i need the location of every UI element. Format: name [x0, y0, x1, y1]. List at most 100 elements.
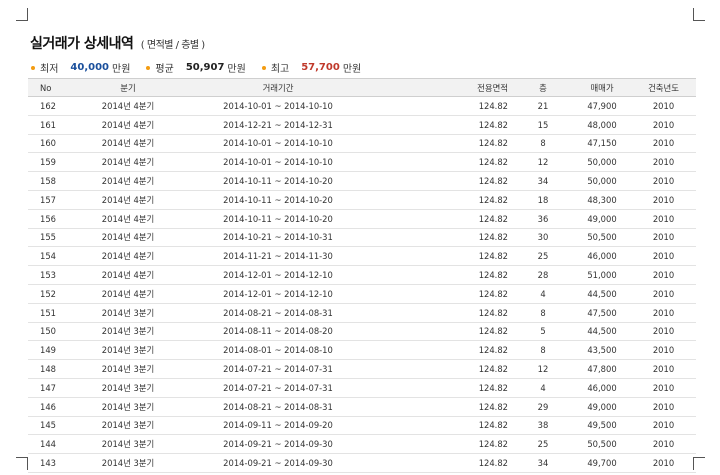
- table-cell: 2010: [652, 100, 675, 111]
- table-cell: 43,500: [587, 345, 617, 356]
- table-cell: 2014-10-11 ~ 2014-10-20: [223, 176, 333, 187]
- summary-avg: 평균 50,907 만원: [146, 60, 246, 75]
- table-cell: 2010: [652, 251, 675, 262]
- table-cell: 2014-12-21 ~ 2014-12-31: [223, 119, 333, 130]
- table-row: 159 2014년 4분기 2014-10-01 ~ 2014-10-10 124.8…: [28, 153, 696, 173]
- summary-min: 최저 40,000 만원: [31, 60, 130, 75]
- table-cell: 2014-08-11 ~ 2014-08-20: [223, 326, 333, 337]
- table-cell: 44,500: [587, 288, 617, 299]
- table-cell: 153: [40, 270, 56, 281]
- table-cell: 25: [537, 251, 549, 262]
- table-cell: 2010: [652, 382, 675, 393]
- column-header: 거래기간: [262, 82, 294, 93]
- table-row: 151 2014년 3분기 2014-08-21 ~ 2014-08-31 124.8…: [28, 304, 696, 323]
- summary-value: 50,907: [185, 62, 225, 73]
- table-cell: 2014년 4분기: [101, 119, 155, 130]
- table-row: 147 2014년 3분기 2014-07-21 ~ 2014-07-31 124.8…: [28, 379, 696, 398]
- table-cell: 124.82: [478, 100, 508, 111]
- table-cell: 2014-07-21 ~ 2014-07-31: [223, 364, 333, 375]
- table-cell: 47,500: [587, 307, 617, 318]
- table-cell: 124.82: [478, 307, 508, 318]
- column-header: No: [40, 82, 52, 93]
- table-cell: 2014-10-01 ~ 2014-10-10: [223, 138, 333, 149]
- summary-label: 최저: [40, 64, 59, 75]
- table-cell: 2014-08-21 ~ 2014-08-31: [223, 401, 333, 412]
- table-cell: 124.82: [478, 382, 508, 393]
- table-cell: 162: [40, 100, 56, 111]
- table-cell: 2014년 3분기: [101, 307, 155, 318]
- table-cell: 2014년 3분기: [101, 458, 155, 469]
- table-cell: 124.82: [478, 157, 508, 168]
- table-cell: 28: [537, 270, 549, 281]
- table-row: 154 2014년 4분기 2014-11-21 ~ 2014-11-30 124.8…: [28, 247, 696, 267]
- table-cell: 2010: [652, 326, 675, 337]
- table-cell: 8: [540, 345, 546, 356]
- table-cell: 49,000: [587, 401, 617, 412]
- table-cell: 50,000: [587, 176, 617, 187]
- table-cell: 18: [537, 194, 549, 205]
- column-header: 건축년도: [648, 82, 679, 93]
- table-cell: 124.82: [478, 345, 508, 356]
- table-cell: 2014-10-11 ~ 2014-10-20: [223, 213, 333, 224]
- table-cell: 156: [40, 213, 56, 224]
- table-cell: 2014-07-21 ~ 2014-07-31: [223, 382, 333, 393]
- summary-value: 57,700: [301, 62, 340, 73]
- table-cell: 124.82: [478, 251, 508, 262]
- bullet-icon: [31, 65, 35, 70]
- table-row: 156 2014년 4분기 2014-10-11 ~ 2014-10-20 124.8…: [28, 210, 696, 229]
- table-cell: 2014년 4분기: [101, 213, 155, 224]
- table-cell: 2010: [652, 439, 675, 450]
- table-cell: 2014년 3분기: [101, 401, 155, 412]
- table-cell: 2010: [652, 213, 675, 224]
- table-cell: 124.82: [478, 270, 508, 281]
- table-cell: 2014-09-11 ~ 2014-09-20: [223, 420, 333, 431]
- summary-value: 40,000: [70, 62, 109, 73]
- table-cell: 2014-10-01 ~ 2014-10-10: [223, 100, 333, 111]
- column-header: 층: [539, 82, 547, 93]
- price-summary: 최저 40,000 만원 평균 50,907 만원 최고 57,700 만원: [31, 60, 377, 75]
- table-cell: 2014년 3분기: [101, 364, 155, 375]
- summary-unit: 만원: [342, 64, 362, 75]
- table-row: 150 2014년 3분기 2014-08-11 ~ 2014-08-20 124.8…: [28, 323, 696, 342]
- table-cell: 124.82: [478, 232, 508, 243]
- table-cell: 2010: [652, 232, 675, 243]
- table-cell: 47,150: [587, 138, 617, 149]
- table-row: 157 2014년 4분기 2014-10-11 ~ 2014-10-20 124.8…: [28, 191, 696, 210]
- table-cell: 124.82: [478, 439, 508, 450]
- table-cell: 2010: [652, 288, 675, 299]
- table-header: No 분기 거래기간 전용면적 층 매매가 건축년도: [28, 78, 696, 97]
- table-cell: 2014년 4분기: [101, 251, 155, 262]
- bullet-icon: [261, 65, 266, 70]
- table-cell: 2014년 3분기: [101, 326, 155, 337]
- page-title: 실거래가 상세내역 ( 면적별 / 층별 ): [30, 33, 205, 53]
- table-cell: 2010: [652, 270, 675, 281]
- crop-mark: [693, 20, 705, 21]
- table-cell: 46,000: [587, 382, 617, 393]
- bullet-icon: [146, 65, 151, 70]
- table-cell: 49,500: [587, 420, 617, 431]
- table-cell: 2014년 4분기: [101, 270, 155, 281]
- table-cell: 47,900: [587, 100, 617, 111]
- table-cell: 2010: [652, 401, 675, 412]
- table-cell: 38: [537, 420, 549, 431]
- table-cell: 154: [40, 251, 56, 262]
- table-cell: 2014-08-01 ~ 2014-08-10: [223, 345, 333, 356]
- table-cell: 46,000: [587, 251, 617, 262]
- table-cell: 51,000: [587, 270, 617, 281]
- table-cell: 2010: [652, 194, 675, 205]
- table-cell: 145: [40, 420, 56, 431]
- table-cell: 2014-11-21 ~ 2014-11-30: [223, 251, 333, 262]
- table-cell: 124.82: [478, 364, 508, 375]
- table-cell: 158: [40, 176, 56, 187]
- table-row: 143 2014년 3분기 2014-09-21 ~ 2014-09-30 124.8…: [28, 454, 696, 473]
- table-cell: 152: [40, 288, 56, 299]
- table-cell: 50,500: [587, 232, 617, 243]
- table-cell: 124.82: [478, 420, 508, 431]
- page-title-main: 실거래가 상세내역: [30, 36, 134, 52]
- column-header: 전용면적: [477, 82, 508, 93]
- table-cell: 124.82: [478, 194, 508, 205]
- table-cell: 147: [40, 382, 56, 393]
- table-cell: 2014년 4분기: [101, 100, 155, 111]
- table-cell: 150: [40, 326, 56, 337]
- table-row: 162 2014년 4분기 2014-10-01 ~ 2014-10-10 124.8…: [28, 97, 696, 116]
